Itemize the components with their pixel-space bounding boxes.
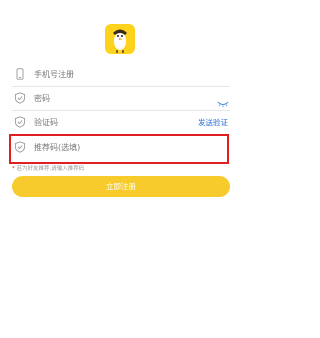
referral-hint-text: 若为好友推荐,请输入推荐码 (16, 166, 85, 172)
send-code-button[interactable]: 发送验证 (198, 117, 228, 128)
register-button[interactable]: 立即注册 (12, 176, 230, 197)
password-row (12, 87, 230, 109)
shield-check-icon (14, 92, 26, 104)
phone-icon (14, 68, 26, 80)
referral-hint: * 若为好友推荐,请输入推荐码 (12, 164, 84, 172)
referral-code-input[interactable] (34, 142, 230, 152)
shield-check-icon (14, 116, 26, 128)
password-input[interactable] (34, 93, 230, 103)
phone-input[interactable] (34, 69, 230, 79)
required-star: * (12, 166, 15, 172)
phone-row (12, 63, 230, 85)
referral-row (12, 136, 230, 158)
verify-code-input[interactable] (34, 117, 182, 127)
shield-check-icon (14, 141, 26, 153)
verify-code-row (12, 111, 182, 133)
duck-mascot-logo-icon (105, 24, 135, 54)
eye-closed-icon[interactable] (217, 93, 229, 108)
